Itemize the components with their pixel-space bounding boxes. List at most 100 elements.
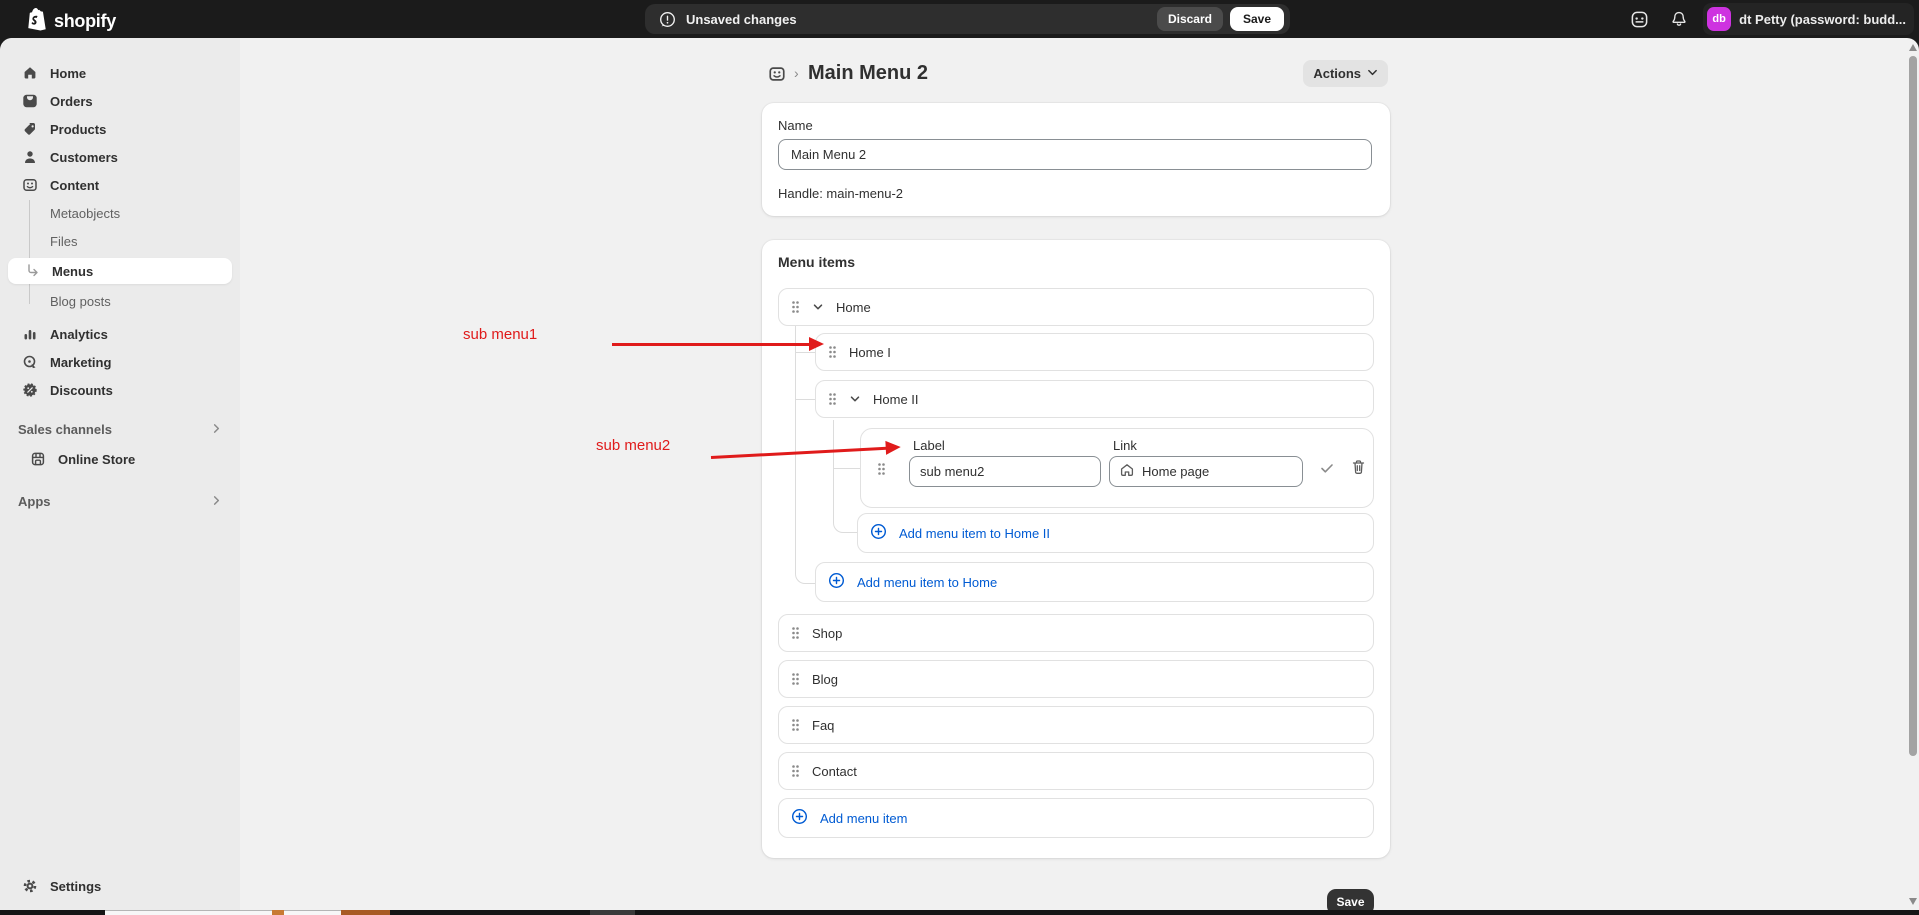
annotation-sub-menu1: sub menu1: [463, 326, 537, 343]
menu-item-label: Contact: [812, 764, 857, 779]
sidebar-item-metaobjects[interactable]: Metaobjects: [8, 200, 232, 226]
scrollbar-down-arrow[interactable]: [1909, 898, 1917, 905]
add-button-label: Add menu item: [820, 811, 907, 826]
unsaved-changes-banner: Unsaved changes Discard Save: [645, 4, 1290, 34]
sidebar-item-settings[interactable]: Settings: [8, 873, 232, 899]
menu-row-contact[interactable]: Contact: [778, 752, 1374, 790]
menu-item-label: Faq: [812, 718, 834, 733]
drag-handle-icon[interactable]: [791, 626, 800, 640]
menu-name-input[interactable]: [778, 139, 1372, 170]
sidebar-item-home[interactable]: Home: [8, 60, 232, 86]
sidebar-item-files[interactable]: Files: [8, 228, 232, 254]
sidebar-section-apps[interactable]: Apps: [8, 489, 232, 513]
sidebar-item-label: Menus: [52, 264, 93, 279]
add-menu-item-home-button[interactable]: Add menu item to Home: [815, 562, 1374, 602]
drag-handle-icon[interactable]: [791, 718, 800, 732]
sidebar-item-blog-posts[interactable]: Blog posts: [8, 288, 232, 314]
content-breadcrumb-icon[interactable]: [768, 65, 786, 88]
drag-handle-icon[interactable]: [828, 392, 837, 406]
plus-circle-icon: [870, 523, 887, 543]
menu-item-label: Blog: [812, 672, 838, 687]
menu-row-home1[interactable]: Home I: [815, 333, 1374, 371]
sidebar-item-products[interactable]: Products: [8, 116, 232, 142]
menu-items-title: Menu items: [778, 254, 855, 270]
topbar: shopify Unsaved changes Discard Save db …: [0, 0, 1919, 38]
name-field-label: Name: [778, 118, 813, 133]
actions-button[interactable]: Actions: [1303, 60, 1388, 87]
orders-icon: [18, 93, 42, 109]
sidebar-item-label: Blog posts: [50, 294, 111, 309]
shopify-logo[interactable]: shopify: [26, 7, 116, 36]
bottom-strip-segment: [105, 910, 341, 915]
menu-row-home2[interactable]: Home II: [815, 380, 1374, 418]
delete-trash-icon[interactable]: [1351, 459, 1366, 475]
sidebar-item-analytics[interactable]: Analytics: [8, 321, 232, 347]
sidebar-item-label: Files: [50, 234, 77, 249]
link-value: Home page: [1142, 464, 1209, 479]
menu-row-faq[interactable]: Faq: [778, 706, 1374, 744]
sidebar-item-discounts[interactable]: Discounts: [8, 377, 232, 403]
menu-row-home[interactable]: Home: [778, 288, 1374, 326]
page-title: Main Menu 2: [808, 62, 928, 85]
link-selector[interactable]: Home page: [1109, 456, 1303, 487]
sidebar-item-customers[interactable]: Customers: [8, 144, 232, 170]
add-menu-item-button[interactable]: Add menu item: [778, 798, 1374, 838]
name-card: Name Handle: main-menu-2: [762, 103, 1390, 216]
sidebar-item-label: Metaobjects: [50, 206, 120, 221]
label-input[interactable]: [909, 456, 1101, 487]
storefront-icon: [26, 451, 50, 467]
actions-label: Actions: [1313, 66, 1361, 81]
discard-button[interactable]: Discard: [1157, 7, 1223, 31]
menu-item-editor: Label Link Home page: [860, 428, 1374, 508]
workspace: Home Orders Products Customers Content M…: [0, 38, 1919, 915]
drag-handle-icon[interactable]: [791, 300, 800, 314]
sidebar-item-label: Analytics: [50, 327, 108, 342]
menu-row-blog[interactable]: Blog: [778, 660, 1374, 698]
sidebar: Home Orders Products Customers Content M…: [0, 38, 240, 915]
elbow-arrow-icon: [26, 264, 50, 278]
menu-item-label: Home II: [873, 392, 919, 407]
drag-handle-icon[interactable]: [791, 764, 800, 778]
plus-circle-icon: [791, 808, 808, 828]
home-icon: [18, 65, 42, 81]
link-field-label: Link: [1113, 438, 1137, 453]
annotation-arrow-1: [612, 337, 824, 352]
save-button-topbar[interactable]: Save: [1230, 7, 1284, 31]
user-menu[interactable]: db dt Petty (password: budd...: [1703, 3, 1914, 35]
bottom-strip-segment: [390, 910, 590, 915]
shopify-bag-icon: [26, 7, 48, 36]
label-field-label: Label: [913, 438, 945, 453]
tree-stub-editor: [833, 468, 860, 469]
chevron-down-icon[interactable]: [849, 393, 861, 405]
drag-handle-icon[interactable]: [828, 345, 837, 359]
drag-handle-icon[interactable]: [791, 672, 800, 686]
sidebar-item-label: Products: [50, 122, 106, 137]
handle-text: Handle: main-menu-2: [778, 186, 903, 201]
user-name: dt Petty (password: budd...: [1739, 12, 1906, 27]
sidebar-item-label: Marketing: [50, 355, 111, 370]
plus-circle-icon: [828, 572, 845, 592]
sidebar-item-marketing[interactable]: Marketing: [8, 349, 232, 375]
sidebar-item-content[interactable]: Content: [8, 172, 232, 198]
sidebar-item-orders[interactable]: Orders: [8, 88, 232, 114]
chevron-right-icon: [211, 422, 222, 437]
add-button-label: Add menu item to Home II: [899, 526, 1050, 541]
confirm-check-icon[interactable]: [1319, 460, 1335, 476]
sidebar-item-online-store[interactable]: Online Store: [8, 446, 232, 472]
section-label: Sales channels: [18, 422, 112, 437]
notifications-bell-icon[interactable]: [1663, 3, 1695, 35]
discounts-icon: [18, 382, 42, 398]
sidebar-item-label: Discounts: [50, 383, 113, 398]
add-menu-item-home2-button[interactable]: Add menu item to Home II: [857, 513, 1374, 553]
inbox-icon[interactable]: [1623, 3, 1655, 35]
drag-handle-icon[interactable]: [877, 462, 886, 476]
menu-row-shop[interactable]: Shop: [778, 614, 1374, 652]
scrollbar-thumb[interactable]: [1909, 56, 1917, 756]
scrollbar-up-arrow[interactable]: [1909, 44, 1917, 51]
sidebar-item-label: Content: [50, 178, 99, 193]
unsaved-changes-text: Unsaved changes: [686, 12, 797, 27]
sidebar-item-menus[interactable]: Menus: [8, 258, 232, 284]
sidebar-item-label: Online Store: [58, 452, 135, 467]
sidebar-section-sales-channels[interactable]: Sales channels: [8, 417, 232, 441]
chevron-down-icon[interactable]: [812, 301, 824, 313]
